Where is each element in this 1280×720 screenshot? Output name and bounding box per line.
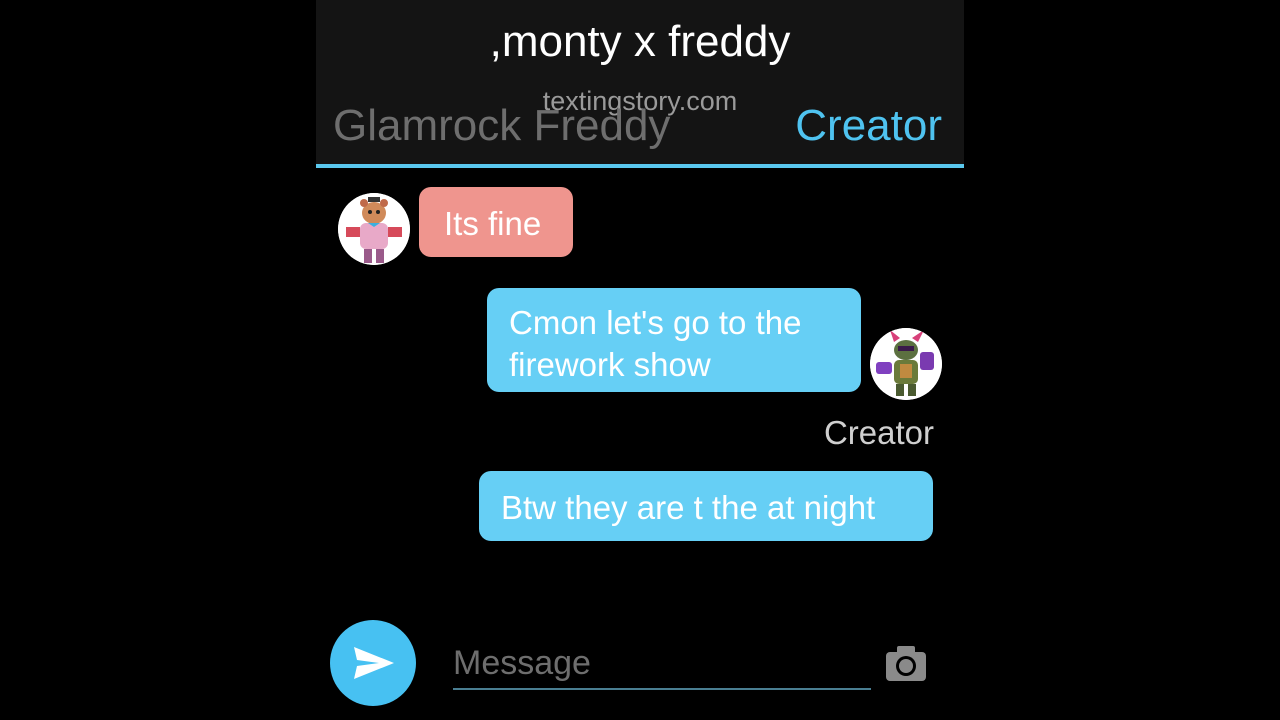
message-bubble-outgoing[interactable]: Cmon let's go to the firework show <box>487 288 861 392</box>
message-bubble-incoming[interactable]: Its fine <box>419 187 573 257</box>
chat-title: ,monty x freddy <box>489 17 791 66</box>
send-button[interactable] <box>330 620 416 706</box>
camera-icon[interactable] <box>884 643 928 683</box>
chat-header: ,monty x freddy textingstory.com Glamroc… <box>316 0 964 168</box>
freddy-avatar <box>338 193 410 265</box>
message-text-line: Cmon let's go to the <box>509 304 802 341</box>
header-divider <box>316 164 964 168</box>
message-text-line: firework show <box>509 346 711 383</box>
contact-name-tab[interactable]: Glamrock Freddy <box>333 98 670 154</box>
message-text: Its fine <box>444 205 542 242</box>
monty-avatar <box>870 328 942 400</box>
sender-label: Creator <box>823 414 934 451</box>
message-text: Btw they are t the at night <box>501 489 876 526</box>
creator-name-tab[interactable]: Creator <box>795 98 942 154</box>
message-input[interactable]: Message <box>453 640 871 690</box>
send-icon <box>354 647 394 679</box>
chat-screen: ,monty x freddy textingstory.com Glamroc… <box>316 0 964 720</box>
message-bubble-outgoing[interactable]: Btw they are t the at night <box>479 471 933 541</box>
